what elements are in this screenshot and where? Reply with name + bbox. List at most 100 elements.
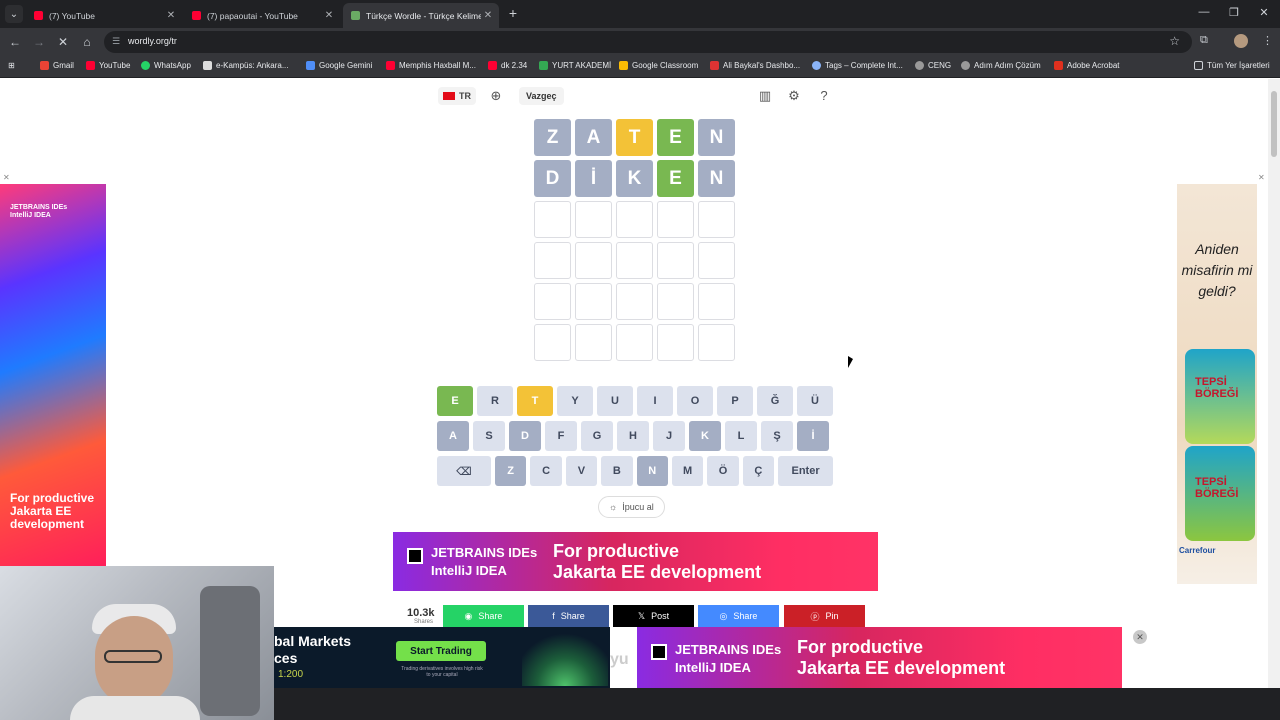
add-circle-icon[interactable]: ⊕ — [486, 86, 506, 106]
help-icon[interactable]: ? — [814, 86, 834, 106]
key-n[interactable]: N — [636, 456, 668, 486]
bookmark-classroom[interactable]: Google Classroom — [619, 61, 698, 70]
x-post-button[interactable]: 𝕏 Post — [613, 605, 694, 627]
close-icon[interactable]: ✕ — [1133, 630, 1147, 644]
tab-bar: ⌄ (7) YouTube ✕ (7) papaoutai - YouTube … — [0, 0, 1280, 28]
all-bookmarks[interactable]: Tüm Yer İşaretleri — [1194, 61, 1270, 70]
bookmark-acrobat[interactable]: Adobe Acrobat — [1054, 61, 1119, 70]
key-e[interactable]: E — [437, 386, 473, 416]
key-s[interactable]: S — [473, 421, 505, 451]
left-ad[interactable]: JETBRAINS IDEs IntelliJ IDEA For producti… — [0, 184, 106, 566]
start-trading-button[interactable]: Start Trading — [396, 641, 486, 661]
tab-title: Türkçe Wordle - Türkçe Kelime — [366, 10, 481, 21]
trading-ad[interactable]: bal Markets ces 1:200 Start Trading Tradi… — [274, 627, 610, 688]
bookmark-memphis[interactable]: Memphis Haxball M... — [386, 61, 476, 70]
extensions-icon[interactable]: ⧉ — [1200, 34, 1208, 47]
ad-close-icon[interactable]: ✕ — [3, 173, 10, 182]
key-o[interactable]: O — [677, 386, 713, 416]
new-tab-button[interactable]: + — [505, 5, 521, 21]
key-f[interactable]: F — [545, 421, 577, 451]
key-p[interactable]: P — [717, 386, 753, 416]
key-k[interactable]: K — [689, 421, 721, 451]
tab-wordle[interactable]: Türkçe Wordle - Türkçe Kelime ✕ — [343, 3, 499, 28]
backspace-key[interactable]: ⌫ — [437, 456, 491, 486]
key-d[interactable]: D — [509, 421, 541, 451]
tab-youtube[interactable]: (7) YouTube ✕ — [26, 3, 182, 28]
ad-brand-text: JETBRAINS IDEs — [431, 545, 538, 560]
facebook-share-button[interactable]: f Share — [528, 605, 609, 627]
bookmark-youtube[interactable]: YouTube — [86, 61, 130, 70]
middle-ad[interactable]: JETBRAINS IDEs IntelliJ IDEA For product… — [393, 532, 878, 591]
key-y[interactable]: Y — [557, 386, 593, 416]
bookmark-gmail[interactable]: Gmail — [40, 61, 74, 70]
bookmark-ceng[interactable]: CENG — [915, 61, 951, 70]
ekampus-icon — [203, 61, 212, 70]
mouse-cursor-icon — [848, 356, 853, 368]
key-c[interactable]: C — [530, 456, 562, 486]
key-ö[interactable]: Ö — [707, 456, 739, 486]
board-tile — [657, 324, 694, 361]
key-g[interactable]: G — [581, 421, 613, 451]
board-tile: E — [657, 119, 694, 156]
apps-icon[interactable]: ⊞ — [8, 61, 15, 70]
profile-avatar[interactable] — [1234, 34, 1248, 48]
key-a[interactable]: A — [437, 421, 469, 451]
ad-close-icon[interactable]: ✕ — [1258, 173, 1265, 182]
close-icon[interactable]: ✕ — [481, 10, 495, 21]
ad-brand-text: JETBRAINS IDEs — [10, 204, 68, 211]
key-m[interactable]: M — [671, 456, 704, 486]
back-icon[interactable]: ← — [6, 33, 24, 51]
key-t[interactable]: T — [517, 386, 553, 416]
key-ş[interactable]: Ş — [761, 421, 793, 451]
home-icon[interactable]: ⌂ — [78, 33, 96, 51]
site-info-icon[interactable]: ☰ — [112, 36, 120, 47]
key-v[interactable]: V — [565, 456, 598, 486]
window-close-icon[interactable]: ✕ — [1254, 6, 1274, 19]
stop-loading-icon[interactable]: ✕ — [54, 33, 72, 51]
tab-papaoutai[interactable]: (7) papaoutai - YouTube ✕ — [184, 3, 340, 28]
bookmark-star-icon[interactable]: ☆ — [1169, 34, 1180, 48]
bookmark-adim[interactable]: Adım Adım Çözüm — [961, 61, 1041, 70]
key-r[interactable]: R — [477, 386, 513, 416]
bookmark-yurt[interactable]: YURT AKADEMİ — [539, 61, 611, 70]
tab-search-icon[interactable]: ⌄ — [5, 5, 23, 23]
key-ğ[interactable]: Ğ — [757, 386, 793, 416]
whatsapp-share-button[interactable]: ◉ Share — [443, 605, 524, 627]
more-menu-icon[interactable]: ⋮ — [1262, 34, 1273, 47]
address-bar[interactable]: ☰ wordly.org/tr ☆ — [104, 31, 1192, 53]
bookmark-tags[interactable]: Tags – Complete Int... — [812, 61, 903, 70]
key-j[interactable]: J — [653, 421, 685, 451]
close-icon[interactable]: ✕ — [322, 10, 336, 21]
bookmark-dk[interactable]: dk 2.34 — [488, 61, 527, 70]
key-z[interactable]: Z — [494, 456, 527, 486]
key-ü[interactable]: Ü — [797, 386, 833, 416]
stats-icon[interactable]: ▥ — [755, 86, 775, 106]
enter-key[interactable]: Enter — [778, 456, 834, 486]
bookmark-whatsapp[interactable]: WhatsApp — [141, 61, 191, 70]
webcam-overlay — [0, 566, 274, 720]
language-button[interactable]: TR — [438, 87, 476, 105]
restore-icon[interactable]: ❐ — [1224, 6, 1244, 19]
key-b[interactable]: B — [601, 456, 633, 486]
key-ç[interactable]: Ç — [742, 456, 775, 486]
forward-icon[interactable]: → — [30, 33, 48, 51]
bookmark-ekampus[interactable]: e-Kampüs: Ankara... — [203, 61, 288, 70]
hint-button[interactable]: ☼ İpucu al — [598, 496, 665, 518]
messenger-share-button[interactable]: ◎ Share — [698, 605, 779, 627]
pinterest-pin-button[interactable]: ⓟ Pin — [784, 605, 865, 627]
key-i[interactable]: I — [637, 386, 673, 416]
key-h[interactable]: H — [617, 421, 649, 451]
bottom-ad[interactable]: JETBRAINS IDEs IntelliJ IDEA For product… — [637, 627, 1122, 688]
key-i̇[interactable]: İ — [797, 421, 829, 451]
scroll-thumb[interactable] — [1271, 91, 1277, 157]
bookmark-gemini[interactable]: Google Gemini — [306, 61, 372, 70]
minimize-icon[interactable]: — — [1194, 6, 1214, 18]
right-ad[interactable]: Aniden misafirin mi geldi? TEPSİ BÖREĞİ … — [1177, 184, 1257, 584]
page-scrollbar[interactable] — [1268, 79, 1280, 688]
settings-gear-icon[interactable]: ⚙ — [784, 86, 804, 106]
give-up-button[interactable]: Vazgeç — [519, 87, 564, 105]
bookmark-dashboard[interactable]: Ali Baykal's Dashbo... — [710, 61, 800, 70]
close-icon[interactable]: ✕ — [164, 10, 178, 21]
key-u[interactable]: U — [597, 386, 633, 416]
key-l[interactable]: L — [725, 421, 757, 451]
